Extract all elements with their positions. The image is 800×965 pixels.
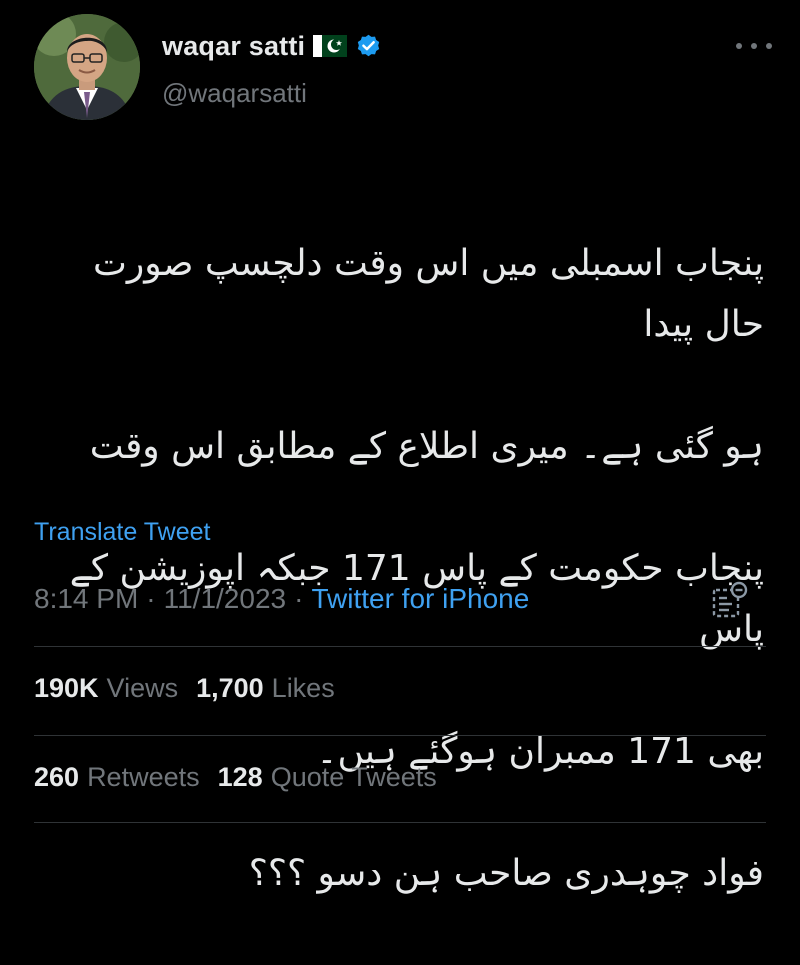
likes-count: 1,700 — [196, 673, 264, 703]
likes-label: Likes — [271, 673, 335, 703]
tweet-analytics-icon[interactable] — [708, 580, 750, 622]
avatar[interactable] — [34, 14, 140, 120]
tweet-header: waqar satti @waqarsatti — [34, 14, 774, 124]
divider — [34, 735, 766, 736]
verified-badge-icon — [355, 33, 382, 60]
divider — [34, 822, 766, 823]
tweet-line: ہو گئی ہے۔ میری اطلاع کے مطابق اس وقت — [89, 426, 764, 467]
author-display-name[interactable]: waqar satti — [162, 31, 305, 62]
tweet-date: 11/1/2023 — [163, 583, 287, 614]
retweets-stat[interactable]: 260 Retweets — [34, 762, 200, 793]
quote-tweets-label: Quote Tweets — [270, 762, 437, 792]
more-dot — [736, 43, 742, 49]
quote-tweets-count: 128 — [217, 762, 263, 792]
more-options-icon[interactable] — [736, 36, 772, 56]
pakistan-flag-icon — [313, 35, 348, 57]
divider — [34, 646, 766, 647]
views-stat[interactable]: 190K Views — [34, 673, 178, 704]
meta-separator: · — [294, 583, 304, 614]
stats-row-views-likes: 190K Views 1,700 Likes — [34, 673, 353, 704]
author-handle[interactable]: @waqarsatti — [162, 78, 307, 109]
translate-tweet-link[interactable]: Translate Tweet — [34, 518, 210, 547]
views-label: Views — [106, 673, 179, 703]
tweet-meta: 8:14 PM · 11/1/2023 · Twitter for iPhone — [34, 583, 529, 615]
quote-tweets-stat[interactable]: 128 Quote Tweets — [218, 762, 437, 793]
retweets-count: 260 — [34, 762, 80, 792]
more-dot — [751, 43, 757, 49]
tweet-time: 8:14 PM — [34, 583, 139, 614]
stats-row-retweets-quotes: 260 Retweets 128 Quote Tweets — [34, 762, 455, 793]
author-name-row: waqar satti — [162, 28, 382, 64]
tweet-source-link[interactable]: Twitter for iPhone — [311, 583, 529, 615]
more-dot — [766, 43, 772, 49]
likes-stat[interactable]: 1,700 Likes — [196, 673, 335, 704]
tweet-text: پنجاب اسمبلی میں اس وقت دلچسپ صورت حال پ… — [34, 172, 764, 965]
retweets-label: Retweets — [87, 762, 200, 792]
tweet-line: پنجاب اسمبلی میں اس وقت دلچسپ صورت حال پ… — [93, 243, 764, 345]
views-count: 190K — [34, 673, 99, 703]
tweet-line: فواد چوہدری صاحب ہن دسو ؟؟؟ — [248, 853, 764, 894]
meta-separator: · — [146, 583, 156, 614]
